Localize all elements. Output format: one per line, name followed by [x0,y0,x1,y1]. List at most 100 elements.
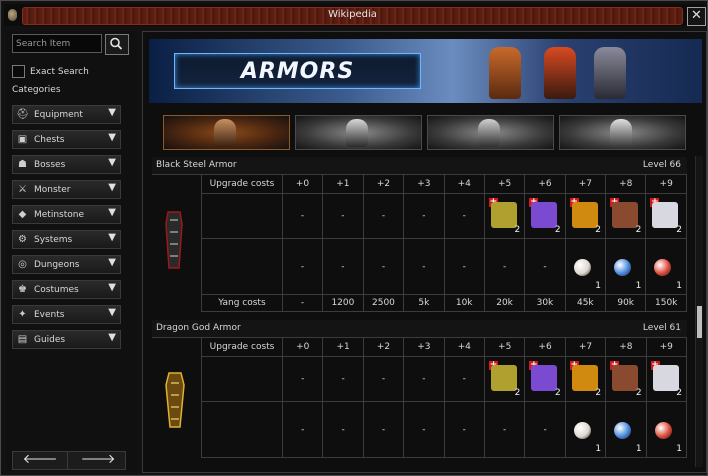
yang-cost: 5k [403,294,445,312]
item-image-cell [152,337,200,470]
helmet-icon: ⛑ [16,109,29,120]
exact-search-checkbox[interactable] [12,65,25,78]
item-level: Level 66 [642,160,681,170]
category-metinstone[interactable]: ◆ Metinstone ▼ [12,205,121,224]
category-equipment[interactable]: ⛑ Equipment ▼ [12,105,121,124]
column-header: Upgrade costs [201,174,283,194]
category-events[interactable]: ✦ Events ▼ [12,305,121,324]
search-input[interactable]: Search Item [12,34,102,53]
ninja-portrait-icon [346,119,368,147]
titlebar[interactable]: Wikipedia ✕ [4,4,706,26]
gem-gold-icon [571,202,598,228]
cost-cell: - [281,238,324,295]
back-button[interactable]: 🡐 [13,452,68,469]
material-cell[interactable]: +2 [605,356,647,402]
scroll-icon [531,365,558,391]
gem-gold-icon [571,365,598,391]
yang-cost: - [281,294,324,312]
close-button[interactable]: ✕ [687,7,706,26]
header-row: Upgrade costs +0 +1 +2 +3 +4 +5 +6 +7 +8 +9 [201,174,687,194]
search-button[interactable] [105,34,129,55]
material-cell[interactable]: +2 [483,193,526,239]
stone-count: 1 [595,281,602,291]
category-monster[interactable]: ⚔ Monster ▼ [12,180,121,199]
column-header: +4 [443,174,485,194]
cost-cell: - [281,193,324,239]
chevron-down-icon: ▼ [108,157,116,168]
material-count: 2 [555,388,561,398]
chevron-down-icon: ▼ [108,282,116,293]
chevron-down-icon: ▼ [108,207,116,218]
column-header: +8 [605,337,647,357]
item-header: Dragon God Armor Level 61 [152,320,687,338]
stone-cell[interactable]: 1 [645,238,687,295]
orb-icon [614,259,632,276]
column-header: +6 [524,337,566,357]
stone-cell[interactable]: 1 [605,401,647,458]
arrow-left-icon: 🡐 [22,452,58,467]
category-bosses[interactable]: ☗ Bosses ▼ [12,155,121,174]
category-guides[interactable]: ▤ Guides ▼ [12,330,121,349]
stone-count: 1 [635,444,642,454]
stone-cell[interactable]: 1 [564,238,607,295]
material-count: 2 [554,225,561,235]
yang-cost: 10k [443,294,485,312]
cost-cell: - [483,401,526,458]
tab-ninja[interactable] [295,115,422,150]
pager: 🡐 🡒 [12,451,126,470]
tab-sura[interactable] [427,115,554,150]
stone-cell[interactable]: 1 [564,401,607,458]
content-panel: ARMORS Black Steel Armor Level 66 Upgrad… [142,31,707,473]
tab-warrior[interactable] [163,115,290,150]
column-header: +1 [322,174,364,194]
yang-cost: 150k [645,294,687,312]
material-cell[interactable]: +2 [524,193,566,239]
cost-cell: - [362,401,405,458]
sword-icon: ⚔ [18,184,27,195]
material-cell[interactable]: +2 [524,356,566,402]
plank-icon [612,365,639,391]
category-chests[interactable]: ▣ Chests ▼ [12,130,121,149]
category-costumes[interactable]: ♚ Costumes ▼ [12,280,121,299]
forward-button[interactable]: 🡒 [71,452,125,469]
stone-cell[interactable]: 1 [645,401,688,458]
cost-cell: - [282,401,324,458]
cost-cell: - [443,356,485,402]
stone-cell[interactable]: 1 [605,238,647,295]
column-header: +0 [282,337,324,357]
cost-cell: - [322,356,364,402]
category-label: Monster [34,184,71,195]
scrollbar-thumb[interactable] [697,306,702,338]
category-label: Metinstone [34,209,85,220]
material-row: -----+2+2+2+2+2 [200,356,688,402]
material-cell[interactable]: +2 [645,356,688,402]
material-cell[interactable]: +2 [645,193,687,239]
column-header: +6 [524,174,566,194]
cost-cell: - [443,193,485,239]
column-header: +7 [564,174,607,194]
yang-cost: 1200 [322,294,364,312]
category-label: Guides [34,334,66,345]
category-dungeons[interactable]: ◎ Dungeons ▼ [12,255,121,274]
wiki-window: Wikipedia ✕ Search Item Exact Search Cat… [0,0,708,476]
cost-cell: - [322,238,364,295]
warrior-portrait-icon [214,119,236,147]
material-cell[interactable]: +2 [483,356,526,402]
row-label-empty [201,238,283,295]
curved-rod-icon [490,202,517,228]
cost-cell: - [362,193,405,239]
item-panel-black-steel-armor: Black Steel Armor Level 66 Upgrade costs… [152,157,687,312]
category-label: Events [34,309,65,320]
close-icon: ✕ [691,8,702,23]
material-cell[interactable]: +2 [564,356,607,402]
category-systems[interactable]: ⚙ Systems ▼ [12,230,121,249]
stone-count: 1 [635,281,642,291]
material-cell[interactable]: +2 [605,193,647,239]
arrow-right-icon: 🡒 [80,452,116,467]
item-header: Black Steel Armor Level 66 [152,157,687,175]
tab-shaman[interactable] [559,115,686,150]
scrollbar[interactable] [695,156,703,467]
item-image-cell [152,174,200,310]
material-cell[interactable]: +2 [564,193,607,239]
exact-search-option[interactable]: Exact Search [12,65,89,78]
